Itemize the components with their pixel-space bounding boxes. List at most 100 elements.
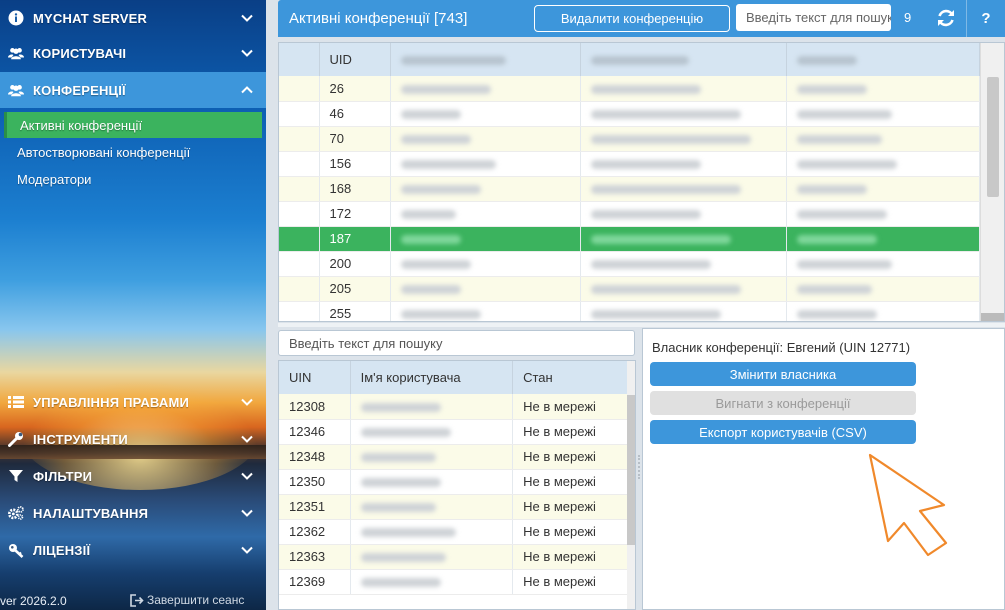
change-owner-button[interactable]: Змінити власника [650, 362, 916, 386]
blurred-cell [786, 126, 980, 152]
nav-section-filters[interactable]: ФІЛЬТРИ [0, 458, 266, 494]
logout-icon [130, 593, 144, 607]
blurred-cell [390, 201, 581, 227]
nav-section-label: ІНСТРУМЕНТИ [33, 431, 128, 447]
table-row[interactable]: 12348 Не в мережі [279, 444, 635, 470]
table-row[interactable]: 12346 Не в мережі [279, 419, 635, 445]
row-selector-cell[interactable] [279, 126, 320, 152]
user-search-input[interactable] [278, 330, 635, 356]
nav-section-conferences[interactable]: КОНФЕРЕНЦІЇ [0, 72, 266, 108]
blurred-cell [580, 101, 787, 127]
nav-section-licenses[interactable]: ЛІЦЕНЗІЇ [0, 532, 266, 568]
column-header-uid[interactable]: UID [319, 43, 391, 76]
state-cell: Не в мережі [512, 569, 635, 595]
table-header-row: UID К [279, 43, 1004, 76]
table-row[interactable]: 2001 [279, 251, 1004, 277]
kick-from-conference-button[interactable]: Вигнати з конференції [650, 391, 916, 415]
logout-label: Завершити сеанс [147, 593, 245, 607]
table-row[interactable]: 705 [279, 126, 1004, 152]
table-row-selected[interactable]: 1871 [279, 226, 1004, 252]
table-row[interactable]: 12308 Не в мережі [279, 394, 635, 420]
username-cell-blurred [350, 494, 514, 520]
sidebar-item-label: Активні конференції [20, 117, 143, 133]
horizontal-scrollbar[interactable] [981, 313, 1004, 321]
state-cell: Не в мережі [512, 469, 635, 495]
row-selector-cell[interactable] [279, 251, 320, 277]
chevron-down-icon [241, 49, 253, 57]
nav-section-label: КОРИСТУВАЧІ [33, 45, 127, 61]
conference-detail-pane: Власник конференції: Евгений (UIN 12771)… [642, 328, 1005, 610]
users-table: UIN Ім'я користувача Стан 12308 Не в мере… [278, 360, 636, 610]
table-row[interactable]: 2052 [279, 276, 1004, 302]
blurred-cell [390, 251, 581, 277]
column-header-select[interactable] [279, 43, 320, 76]
table-row[interactable]: 12362 Не в мережі [279, 519, 635, 545]
scrollbar-thumb[interactable] [627, 395, 635, 545]
blurred-cell [786, 151, 980, 177]
refresh-button[interactable] [934, 6, 958, 30]
username-cell-blurred [350, 469, 514, 495]
toolbar: Активні конференції [743] Видалити конфе… [278, 0, 1005, 37]
column-header-state[interactable]: Стан [512, 361, 635, 394]
delete-conference-button[interactable]: Видалити конференцію [534, 5, 730, 32]
column-header-blurred[interactable] [580, 43, 787, 76]
nav-section-label: НАЛАШТУВАННЯ [33, 505, 149, 521]
row-selector-cell[interactable] [279, 276, 320, 302]
row-selector-cell[interactable] [279, 201, 320, 227]
row-selector-cell[interactable] [279, 226, 320, 252]
result-count: 9 [904, 10, 912, 25]
wrench-icon [8, 431, 24, 447]
nav-section-tools[interactable]: ІНСТРУМЕНТИ [0, 421, 266, 457]
sidebar-item-label: Автостворювані конференції [17, 144, 191, 160]
state-cell: Не в мережі [512, 519, 635, 545]
table-row[interactable]: 12351 Не в мережі [279, 494, 635, 520]
blurred-cell [390, 76, 581, 102]
horizontal-splitter[interactable] [278, 323, 1005, 327]
chevron-down-icon [241, 546, 253, 554]
table-row[interactable]: 1721 [279, 201, 1004, 227]
column-header-uin[interactable]: UIN [279, 361, 351, 394]
table-row[interactable]: 12350 Не в мережі [279, 469, 635, 495]
column-header-blurred[interactable] [390, 43, 581, 76]
refresh-icon [938, 9, 954, 27]
row-selector-cell[interactable] [279, 176, 320, 202]
nav-section-settings[interactable]: НАЛАШТУВАННЯ [0, 495, 266, 531]
export-users-csv-button[interactable]: Експорт користувачів (CSV) [650, 420, 916, 444]
users-scrollbar[interactable] [627, 361, 635, 609]
blurred-cell [786, 301, 980, 321]
table-row[interactable]: 255 [279, 301, 1004, 321]
sidebar-item-auto-conferences[interactable]: Автостворювані конференції [0, 139, 266, 165]
sidebar-item-active-conferences[interactable]: Активні конференції [4, 112, 262, 138]
blurred-cell [786, 276, 980, 302]
conferences-scrollbar[interactable] [980, 43, 1004, 321]
nav-section-rights[interactable]: УПРАВЛІННЯ ПРАВАМИ [0, 384, 266, 420]
row-selector-cell[interactable] [279, 76, 320, 102]
chevron-down-icon [241, 509, 253, 517]
username-cell-blurred [350, 569, 514, 595]
blurred-cell [786, 76, 980, 102]
nav-section-users[interactable]: КОРИСТУВАЧІ [0, 35, 266, 71]
uin-cell: 12351 [279, 494, 351, 520]
sidebar-item-moderators[interactable]: Модератори [0, 166, 266, 192]
conference-owner-label: Власник конференції: Евгений (UIN 12771) [652, 340, 911, 355]
row-selector-cell[interactable] [279, 151, 320, 177]
table-row[interactable]: 463 [279, 101, 1004, 127]
uin-cell: 12369 [279, 569, 351, 595]
table-row[interactable]: 1561 [279, 151, 1004, 177]
table-row[interactable]: 264 [279, 76, 1004, 102]
column-header-blurred[interactable] [786, 43, 980, 76]
state-cell: Не в мережі [512, 544, 635, 570]
help-button[interactable]: ? [966, 0, 1005, 37]
column-header-username[interactable]: Ім'я користувача [350, 361, 514, 394]
scrollbar-thumb[interactable] [987, 77, 999, 197]
nav-section-mychat-server[interactable]: MYCHAT SERVER [0, 0, 266, 36]
table-row[interactable]: 12363 Не в мережі [279, 544, 635, 570]
row-selector-cell[interactable] [279, 301, 320, 321]
logout-link[interactable]: Завершити сеанс [130, 593, 244, 607]
table-row[interactable]: 12369 Не в мережі [279, 569, 635, 595]
row-selector-cell[interactable] [279, 101, 320, 127]
conference-search-input[interactable] [736, 4, 891, 31]
username-cell-blurred [350, 444, 514, 470]
table-row[interactable]: 1683 [279, 176, 1004, 202]
sidebar: MYCHAT SERVER КОРИСТУВАЧІ КОНФЕРЕНЦІЇ Ак… [0, 0, 266, 610]
